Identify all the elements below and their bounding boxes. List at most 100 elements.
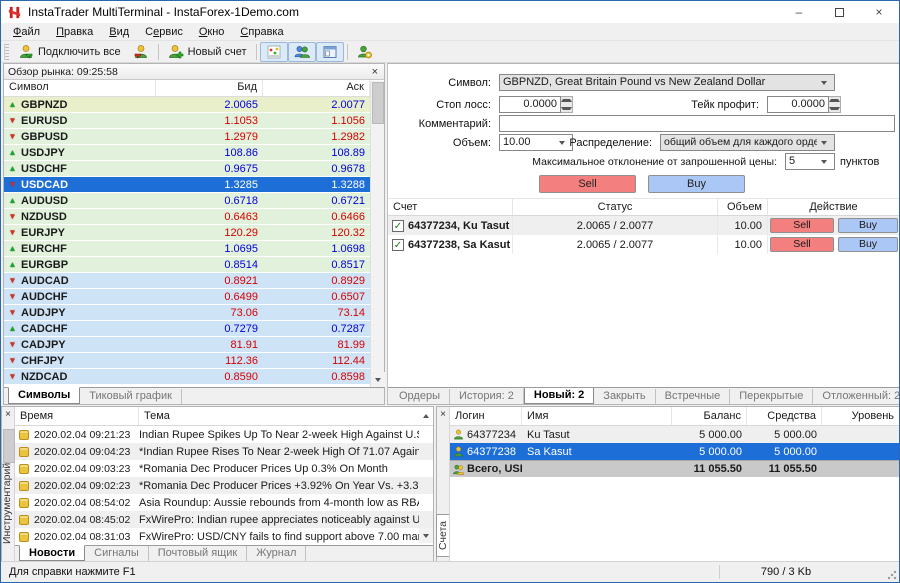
column-volume[interactable]: Объем [718,199,768,215]
market-watch-close-icon[interactable]: × [370,67,380,77]
market-row-audusd[interactable]: ▲AUDUSD0.67180.6721 [4,193,384,209]
market-row-audjpy[interactable]: ▼AUDJPY73.0673.14 [4,305,384,321]
tab-new[interactable]: Новый: 2 [524,387,594,404]
resize-grip[interactable] [887,570,897,580]
tab-news[interactable]: Новости [19,545,85,561]
column-symbol[interactable]: Символ [4,80,156,96]
chevron-down-icon[interactable] [817,154,831,169]
tab-journal[interactable]: Журнал [247,546,306,561]
market-row-usdchf[interactable]: ▲USDCHF0.96750.9678 [4,161,384,177]
market-row-audchf[interactable]: ▼AUDCHF0.64990.6507 [4,289,384,305]
symbol-combobox[interactable]: GBPNZD, Great Britain Pound vs New Zeala… [499,74,835,91]
menu-view[interactable]: Вид [101,23,137,41]
column-account[interactable]: Счет [388,199,513,215]
column-ask[interactable]: Аск [263,80,370,96]
tab-symbols[interactable]: Символы [8,387,80,404]
toolbar-grip[interactable] [4,44,9,60]
tab-signals[interactable]: Сигналы [85,546,149,561]
tab-counter[interactable]: Встречные [656,389,731,404]
volume-combobox[interactable]: 10.00 [499,134,573,151]
chevron-down-icon[interactable] [817,135,831,150]
row-buy-button[interactable]: Buy [838,218,898,233]
menu-help[interactable]: Справка [232,23,291,41]
column-name[interactable]: Имя [522,407,672,425]
market-row-audcad[interactable]: ▼AUDCAD0.89210.8929 [4,273,384,289]
accounts-side-tab[interactable]: Счета [436,514,449,557]
market-row-gbpusd[interactable]: ▼GBPUSD1.29791.2982 [4,129,384,145]
market-watch-scrollbar[interactable] [370,81,384,387]
menu-service[interactable]: Сервис [137,23,191,41]
tab-pending[interactable]: Отложенный: 2 [813,389,899,404]
menu-window[interactable]: Окно [191,23,233,41]
account-settings-button[interactable] [351,42,379,62]
news-row[interactable]: 2020.02.04 09:02:23*Romania Dec Producer… [15,477,433,494]
news-row[interactable]: 2020.02.04 08:31:03FxWirePro: USD/CNY fa… [15,528,433,545]
tab-orders[interactable]: Ордеры [390,389,450,404]
market-row-cadchf[interactable]: ▲CADCHF0.72790.7287 [4,321,384,337]
order-account-row[interactable]: ✓64377234, Ku Tasut 2.0065 / 2.0077 10.0… [388,216,899,235]
maximize-button[interactable] [819,1,859,23]
row-sell-button[interactable]: Sell [770,218,834,233]
sell-button[interactable]: Sell [539,175,636,193]
take-profit-spinner[interactable] [829,96,841,113]
news-row[interactable]: 2020.02.04 08:45:02FxWirePro: Indian rup… [15,511,433,528]
scrollbar-thumb[interactable] [372,82,384,124]
column-bid[interactable]: Бид [156,80,263,96]
row-buy-button[interactable]: Buy [838,237,898,252]
chevron-down-icon[interactable] [555,135,569,150]
row-sell-button[interactable]: Sell [770,237,834,252]
buy-button[interactable]: Buy [648,175,745,193]
scrollbar-up-icon[interactable] [419,407,433,425]
market-row-eurgbp[interactable]: ▲EURGBP0.85140.8517 [4,257,384,273]
take-profit-input[interactable]: 0.0000 [767,96,829,113]
column-equity[interactable]: Средства [747,407,822,425]
market-row-usdjpy[interactable]: ▲USDJPY108.86108.89 [4,145,384,161]
tab-history[interactable]: История: 2 [450,389,524,404]
account-row-selected[interactable]: 64377238 Sa Kasut 5 000.00 5 000.00 [450,443,899,460]
checkbox-checked-icon[interactable]: ✓ [392,220,404,232]
tab-close[interactable]: Закрыть [594,389,655,404]
disconnect-button[interactable] [127,42,155,62]
tab-mailbox[interactable]: Почтовый ящик [149,546,247,561]
market-row-eurjpy[interactable]: ▼EURJPY120.29120.32 [4,225,384,241]
chevron-down-icon[interactable] [817,75,831,90]
market-row-eurchf[interactable]: ▲EURCHF1.06951.0698 [4,241,384,257]
news-row[interactable]: 2020.02.04 09:03:23*Romania Dec Producer… [15,460,433,477]
news-row[interactable]: 2020.02.04 08:54:02Asia Roundup: Aussie … [15,494,433,511]
news-scrollbar-thumb[interactable] [3,429,15,463]
toggle-toolbox-button[interactable] [316,42,344,62]
accounts-close-icon[interactable]: × [437,409,449,420]
column-topic[interactable]: Тема [139,407,419,425]
market-row-cadjpy[interactable]: ▼CADJPY81.9181.99 [4,337,384,353]
menu-edit[interactable]: Правка [48,23,101,41]
market-row-gbpnzd[interactable]: ▲GBPNZD2.00652.0077 [4,97,384,113]
comment-input[interactable] [499,115,895,132]
column-status[interactable]: Статус [513,199,718,215]
column-time[interactable]: Время [15,407,139,425]
connect-all-button[interactable]: Подключить все [12,42,127,62]
stop-loss-spinner[interactable] [561,96,573,113]
menu-file[interactable]: Файл [5,23,48,41]
toggle-market-watch-button[interactable] [260,42,288,62]
scrollbar-down-icon[interactable] [419,528,433,543]
toolbox-close-icon[interactable]: × [2,409,14,420]
market-row-usdcad-selected[interactable]: ▼USDCAD1.32851.3288 [4,177,384,193]
column-login[interactable]: Логин [450,407,522,425]
close-button[interactable]: × [859,1,899,23]
column-level[interactable]: Уровень [822,407,899,425]
stop-loss-input[interactable]: 0.0000 [499,96,561,113]
scrollbar-down-icon[interactable] [371,372,385,387]
deviation-combobox[interactable]: 5 [785,153,835,170]
news-row[interactable]: 2020.02.04 09:21:23Indian Rupee Spikes U… [15,426,433,443]
news-row[interactable]: 2020.02.04 09:04:23*Indian Rupee Rises T… [15,443,433,460]
column-balance[interactable]: Баланс [672,407,747,425]
order-account-row[interactable]: ✓64377238, Sa Kasut 2.0065 / 2.0077 10.0… [388,235,899,254]
distribution-combobox[interactable]: общий объем для каждого ордера [660,134,835,151]
tab-tick-chart[interactable]: Тиковый график [80,389,182,404]
tab-overlapped[interactable]: Перекрытые [730,389,813,404]
market-row-eurusd[interactable]: ▼EURUSD1.10531.1056 [4,113,384,129]
market-row-nzdusd[interactable]: ▼NZDUSD0.64630.6466 [4,209,384,225]
market-row-chfjpy[interactable]: ▼CHFJPY112.36112.44 [4,353,384,369]
account-row[interactable]: 64377234 Ku Tasut 5 000.00 5 000.00 [450,426,899,443]
toggle-accounts-button[interactable] [288,42,316,62]
